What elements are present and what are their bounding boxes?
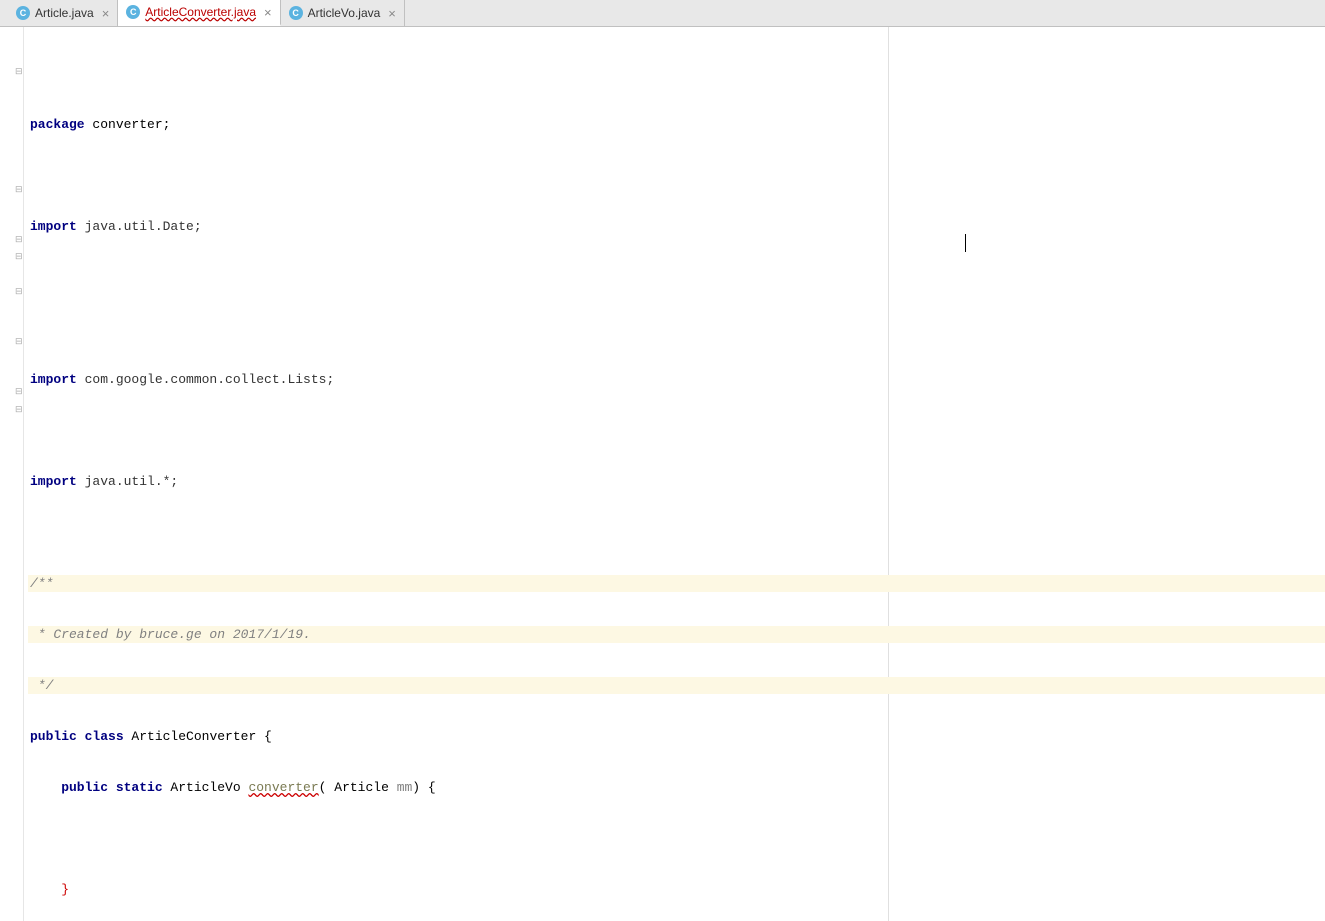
code-line: package converter; xyxy=(28,116,1325,133)
close-icon[interactable]: × xyxy=(264,5,272,20)
tab-label: Article.java xyxy=(35,6,94,20)
tab-label: ArticleVo.java xyxy=(308,6,381,20)
code-line: import java.util.Date; xyxy=(28,218,1325,235)
close-icon[interactable]: × xyxy=(102,6,110,21)
fold-icon[interactable]: ⊟ xyxy=(15,287,23,295)
tab-article[interactable]: C Article.java × xyxy=(8,0,118,26)
tab-articlevo[interactable]: C ArticleVo.java × xyxy=(281,0,405,26)
editor: ⊟ ⊟ ⊟ ⊟ ⊟ ⊟ ⊟ ⊟ package converter; impor… xyxy=(0,27,1325,921)
gutter[interactable]: ⊟ ⊟ ⊟ ⊟ ⊟ ⊟ ⊟ ⊟ xyxy=(0,27,24,921)
code-line xyxy=(28,269,1325,286)
code-line: /** xyxy=(28,575,1325,592)
fold-icon[interactable]: ⊟ xyxy=(15,387,23,395)
code-line: */ xyxy=(28,677,1325,694)
fold-icon[interactable]: ⊟ xyxy=(15,252,23,260)
code-line xyxy=(28,320,1325,337)
code-line: * Created by bruce.ge on 2017/1/19. xyxy=(28,626,1325,643)
fold-icon[interactable]: ⊟ xyxy=(15,337,23,345)
close-icon[interactable]: × xyxy=(388,6,396,21)
fold-icon[interactable]: ⊟ xyxy=(15,67,23,75)
fold-icon[interactable]: ⊟ xyxy=(15,235,23,243)
code-line: public static ArticleVo converter( Artic… xyxy=(28,779,1325,796)
class-icon: C xyxy=(289,6,303,20)
code-line xyxy=(28,524,1325,541)
class-icon: C xyxy=(16,6,30,20)
fold-icon[interactable]: ⊟ xyxy=(15,405,23,413)
code-line xyxy=(28,422,1325,439)
fold-icon[interactable]: ⊟ xyxy=(15,185,23,193)
class-icon: C xyxy=(126,5,140,19)
text-cursor xyxy=(965,234,966,252)
tab-articleconverter[interactable]: C ArticleConverter.java × xyxy=(118,0,280,26)
code-area[interactable]: package converter; import java.util.Date… xyxy=(24,27,1325,921)
code-line: import com.google.common.collect.Lists; xyxy=(28,371,1325,388)
code-line: import java.util.*; xyxy=(28,473,1325,490)
code-line: } xyxy=(28,881,1325,898)
code-line: public class ArticleConverter { xyxy=(28,728,1325,745)
tab-label: ArticleConverter.java xyxy=(145,5,256,19)
tab-bar: C Article.java × C ArticleConverter.java… xyxy=(0,0,1325,27)
code-line xyxy=(28,830,1325,847)
code-line xyxy=(28,167,1325,184)
